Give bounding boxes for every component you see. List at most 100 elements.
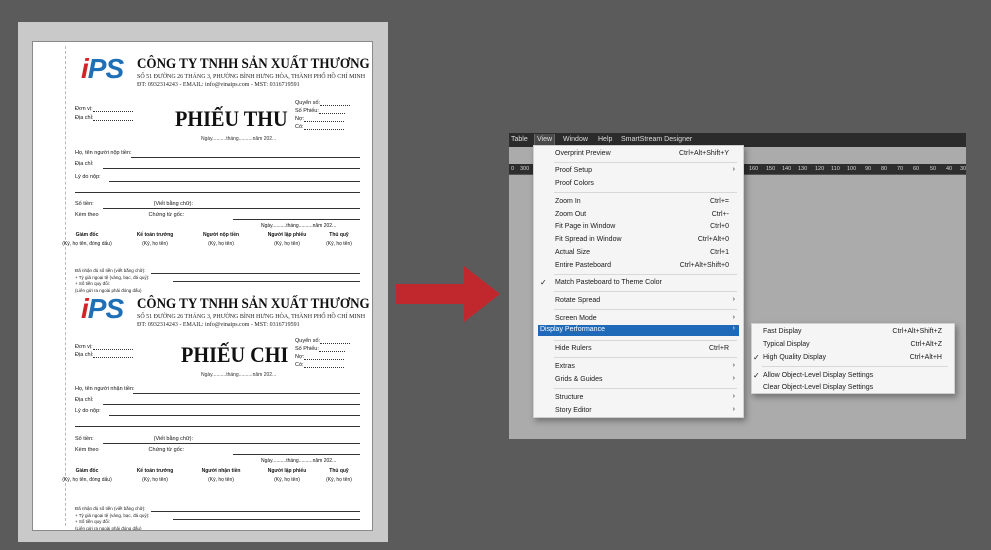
menu-item-proof-colors[interactable]: Proof Colors (534, 178, 743, 190)
sign-date: Ngày..........tháng..........năm 202... (261, 223, 337, 229)
payment-date: Ngày..........tháng..........năm 202... (201, 372, 277, 378)
company-name: CÔNG TY TNHH SẢN XUẤT THƯƠNG MẠI IPS (137, 296, 372, 312)
menu-item-zoom-out[interactable]: Zoom Out Ctrl+- (534, 209, 743, 221)
meta-unit: Đơn vị: (75, 344, 133, 350)
ruler-tick: 140 (782, 166, 792, 172)
meta-credit: Có: (295, 362, 344, 368)
company-contact: ĐT: 0932314243 - EMAIL: info@vinaips.com… (137, 82, 300, 88)
menu-item-entire-pasteboard[interactable]: Entire Pasteboard Ctrl+Alt+Shift+0 (534, 260, 743, 272)
right-arrow-icon (396, 266, 500, 322)
menu-item-rotate-spread[interactable]: Rotate Spread › (534, 295, 743, 307)
menu-item-proof-setup[interactable]: Proof Setup › (534, 165, 743, 177)
company-logo: iPS (81, 53, 124, 84)
payment-title: PHIẾU CHI (181, 342, 289, 367)
document-preview-frame: iPS CÔNG TY TNHH SẢN XUẤT THƯƠNG MẠI IPS… (18, 22, 388, 542)
menu-table[interactable]: Table (511, 136, 528, 143)
submenu-arrow-icon: › (732, 166, 735, 173)
signer-cashier: Thủ quỹ (Ký, họ tên) (326, 468, 352, 483)
menu-item-grids-guides[interactable]: Grids & Guides › (534, 374, 743, 386)
field-payee: Họ, tên người nhận tiền: (75, 386, 135, 392)
field-address: Địa chỉ: (75, 397, 94, 403)
menu-item-actual-size[interactable]: Actual Size Ctrl+1 (534, 247, 743, 259)
signer-payee: Người nhận tiền (Ký, họ tên) (201, 468, 241, 483)
ruler-tick: 300 (520, 166, 530, 172)
fine-converted: + Số tiền quy đổi: (75, 281, 110, 286)
signer-chief-accountant: Kế toán trưởng (Ký, họ tên) (136, 468, 174, 483)
meta-debit: Nợ: (295, 354, 345, 360)
menu-item-extras[interactable]: Extras › (534, 361, 743, 373)
payment-voucher: iPS CÔNG TY TNHH SẢN XUẤT THƯƠNG MẠI IPS… (33, 293, 372, 531)
receipt-title: PHIẾU THU (175, 106, 288, 131)
ruler-tick: 130 (798, 166, 808, 172)
menu-item-overprint-preview[interactable]: Overprint Preview Ctrl+Alt+Shift+Y (534, 148, 743, 160)
submenu-arrow-icon: › (732, 375, 735, 382)
fine-note: (Liên gửi ra ngoài phải đóng dấu) (75, 526, 142, 531)
menu-item-screen-mode[interactable]: Screen Mode › (534, 313, 743, 325)
meta-number: Số Phiếu: (295, 108, 345, 114)
company-address: SỐ 51 ĐƯỜNG 26 THÁNG 3, PHƯỜNG BÌNH HƯNG… (137, 314, 366, 320)
menu-item-zoom-in[interactable]: Zoom In Ctrl+= (534, 196, 743, 208)
signer-chief-accountant: Kế toán trưởng (Ký, họ tên) (136, 232, 174, 247)
field-amount: Số tiền: (Viết bằng chữ): (75, 201, 194, 207)
meta-credit: Có: (295, 124, 344, 130)
signer-director: Giám đốc (Ký, họ tên, đóng dấu) (62, 468, 112, 483)
receipt-voucher: iPS CÔNG TY TNHH SẢN XUẤT THƯƠNG MẠI IPS… (33, 53, 372, 294)
ruler-tick: 0 (511, 166, 515, 172)
menu-item-display-performance[interactable]: Display Performance › (538, 325, 739, 336)
submenu-arrow-icon: › (732, 362, 735, 369)
fine-gem: + Tỷ giá ngoại tệ (vàng, bạc, đá quý): (75, 513, 150, 518)
meta-number: Số Phiếu: (295, 346, 345, 352)
fine-received: Đã nhận đủ số tiền (viết bằng chữ): (75, 268, 146, 273)
field-payer: Họ, tên người nộp tiền: (75, 150, 132, 156)
menu-item-match-pasteboard[interactable]: ✓ Match Pasteboard to Theme Color (534, 277, 743, 289)
company-contact: ĐT: 0932314243 - EMAIL: info@vinaips.com… (137, 322, 300, 328)
submenu-arrow-icon: › (732, 393, 735, 400)
submenu-arrow-icon: › (732, 296, 735, 303)
checkmark-icon: ✓ (753, 353, 760, 362)
checkmark-icon: ✓ (540, 278, 547, 287)
submenu-item-clear-object-level[interactable]: Clear Object-Level Display Settings (752, 382, 954, 394)
submenu-item-high-quality-display[interactable]: ✓ High Quality Display Ctrl+Alt+H (752, 352, 954, 364)
field-reason: Lý do nộp: (75, 408, 101, 414)
menu-item-fit-page[interactable]: Fit Page in Window Ctrl+0 (534, 221, 743, 233)
ruler-tick: 30 (960, 166, 966, 172)
signer-cashier: Thủ quỹ (Ký, họ tên) (326, 232, 352, 247)
submenu-arrow-icon: › (732, 406, 735, 413)
meta-debit: Nợ: (295, 116, 345, 122)
display-performance-submenu: Fast Display Ctrl+Alt+Shift+Z Typical Dis… (751, 323, 955, 394)
signer-preparer: Người lập phiếu (Ký, họ tên) (267, 468, 307, 483)
ruler-tick: 120 (815, 166, 825, 172)
menu-item-hide-rulers[interactable]: Hide Rulers Ctrl+R (534, 343, 743, 355)
company-logo: iPS (81, 293, 124, 324)
menu-item-fit-spread[interactable]: Fit Spread in Window Ctrl+Alt+0 (534, 234, 743, 246)
menu-item-story-editor[interactable]: Story Editor › (534, 405, 743, 417)
menu-help[interactable]: Help (598, 136, 612, 143)
ruler-tick: 110 (831, 166, 840, 172)
signer-director: Giám đốc (Ký, họ tên, đóng dấu) (62, 232, 112, 247)
submenu-item-typical-display[interactable]: Typical Display Ctrl+Alt+Z (752, 339, 954, 351)
submenu-item-fast-display[interactable]: Fast Display Ctrl+Alt+Shift+Z (752, 326, 954, 338)
meta-unit: Đơn vị: (75, 106, 133, 112)
ruler-tick: 100 (847, 166, 857, 172)
ruler-tick: 70 (897, 166, 904, 172)
fine-received: Đã nhận đủ số tiền (viết bằng chữ): (75, 506, 146, 511)
ruler-tick: 90 (865, 166, 872, 172)
meta-address: Địa chỉ: (75, 115, 134, 121)
fine-gem: + Tỷ giá ngoại tệ (vàng, bạc, đá quý): (75, 275, 150, 280)
company-name: CÔNG TY TNHH SẢN XUẤT THƯƠNG MẠI IPS (137, 56, 372, 72)
field-attached: Kèm theo Chứng từ gốc: (75, 447, 185, 453)
ruler-tick: 80 (881, 166, 888, 172)
company-address: SỐ 51 ĐƯỜNG 26 THÁNG 3, PHƯỜNG BÌNH HƯNG… (137, 74, 366, 80)
menu-window[interactable]: Window (563, 136, 588, 143)
signer-payer: Người nộp tiền (Ký, họ tên) (202, 232, 240, 247)
sign-date: Ngày..........tháng..........năm 202... (261, 458, 337, 464)
receipt-date: Ngày..........tháng..........năm 202... (201, 136, 277, 142)
field-amount: Số tiền: (Viết bằng chữ): (75, 436, 194, 442)
ruler-tick: 160 (749, 166, 759, 172)
menu-smartstream[interactable]: SmartStream Designer (621, 136, 692, 143)
field-reason: Lý do nộp: (75, 174, 101, 180)
field-address: Địa chỉ: (75, 161, 94, 167)
ruler-tick: 60 (913, 166, 920, 172)
menu-item-structure[interactable]: Structure › (534, 392, 743, 404)
submenu-item-allow-object-level[interactable]: ✓ Allow Object-Level Display Settings (752, 370, 954, 382)
